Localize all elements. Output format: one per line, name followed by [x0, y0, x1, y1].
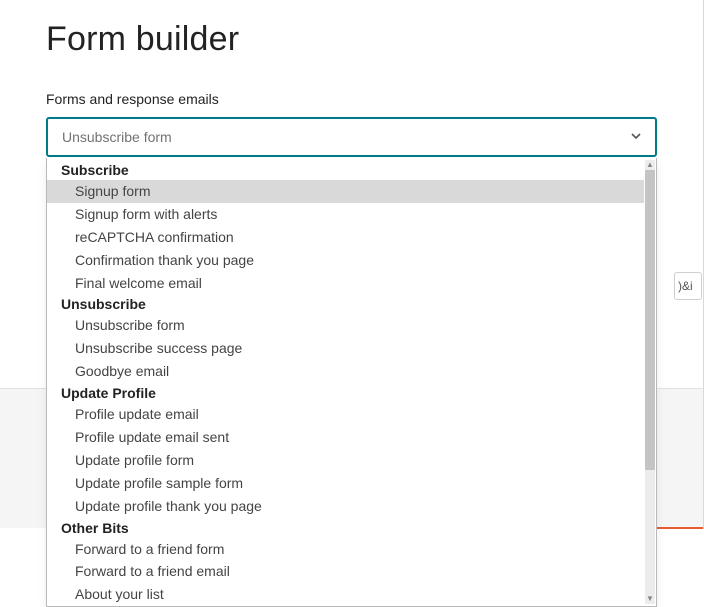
dropdown-option[interactable]: Update profile thank you page [47, 495, 644, 518]
forms-dropdown: SubscribeSignup formSignup form with ale… [46, 158, 657, 607]
option-group-header: Unsubscribe [47, 294, 644, 314]
option-group-header: Other Bits [47, 518, 644, 538]
dropdown-option[interactable]: Profile update email sent [47, 426, 644, 449]
scroll-down-arrow-icon[interactable]: ▼ [646, 594, 654, 604]
dropdown-option[interactable]: About your list [47, 583, 644, 606]
dropdown-option[interactable]: Update profile form [47, 449, 644, 472]
option-group-header: Update Profile [47, 383, 644, 403]
chevron-down-icon [631, 131, 641, 143]
dropdown-option[interactable]: Goodbye email [47, 360, 644, 383]
scroll-up-arrow-icon[interactable]: ▲ [646, 160, 654, 170]
forms-select[interactable]: Unsubscribe form [46, 117, 657, 157]
dropdown-option[interactable]: Profile update email [47, 403, 644, 426]
dropdown-option[interactable]: Forward to a friend form [47, 538, 644, 561]
forms-select-value: Unsubscribe form [62, 129, 172, 145]
section-label: Forms and response emails [46, 91, 657, 107]
scrollbar-thumb[interactable] [645, 170, 655, 470]
dropdown-option[interactable]: reCAPTCHA confirmation [47, 226, 644, 249]
dropdown-option[interactable]: Update profile sample form [47, 472, 644, 495]
dropdown-option[interactable]: Confirmation thank you page [47, 249, 644, 272]
partial-button-peek[interactable]: )&i [674, 272, 702, 300]
dropdown-option[interactable]: Final welcome email [47, 272, 644, 295]
dropdown-option[interactable]: Signup form with alerts [47, 203, 644, 226]
dropdown-option[interactable]: Signup form [47, 180, 644, 203]
dropdown-option[interactable]: Unsubscribe success page [47, 337, 644, 360]
option-group-header: Subscribe [47, 160, 644, 180]
dropdown-option[interactable]: Forward to a friend email [47, 560, 644, 583]
dropdown-option[interactable]: Unsubscribe form [47, 314, 644, 337]
page-title: Form builder [46, 20, 657, 59]
